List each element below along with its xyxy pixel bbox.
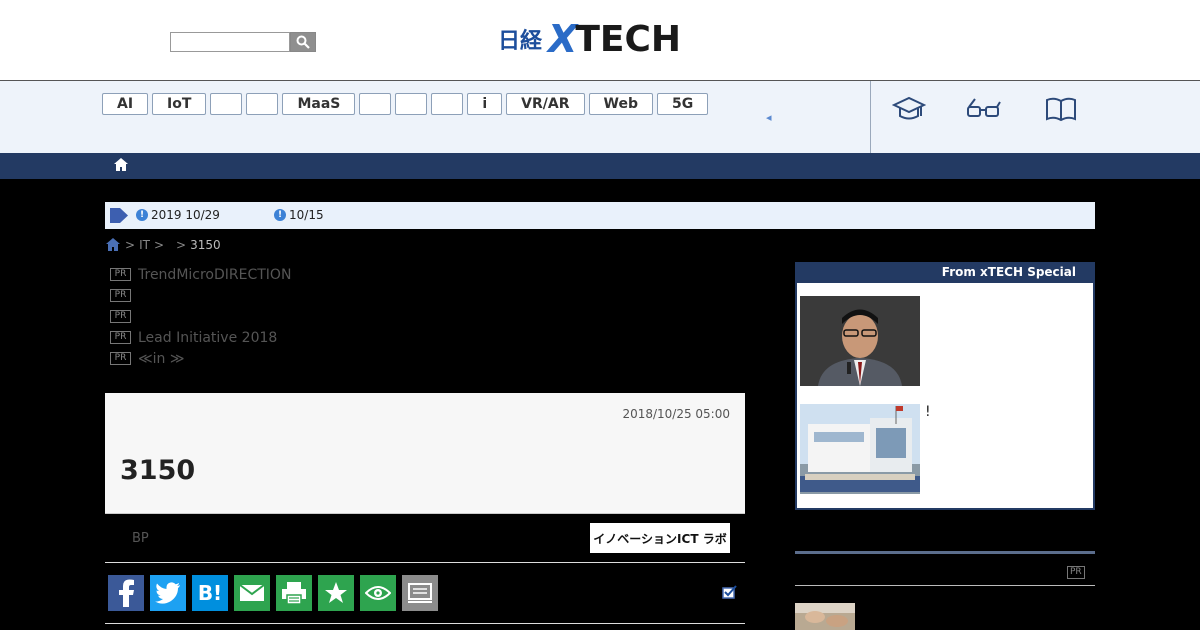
twitter-share-button[interactable] <box>150 575 186 611</box>
divider <box>105 623 745 624</box>
building-photo <box>800 404 920 494</box>
search-button[interactable] <box>290 32 316 52</box>
pr-badge: PR <box>110 268 131 281</box>
info-icon: ! <box>136 209 148 221</box>
print-icon <box>282 582 306 605</box>
article-header: 2018/10/25 05:00 3150 <box>105 393 745 514</box>
notice-text: 2019 10/29 <box>151 208 220 222</box>
tag-vr-ar[interactable]: VR/AR <box>506 93 585 115</box>
favorite-button[interactable] <box>318 575 354 611</box>
search-icon <box>296 35 310 49</box>
innovation-ict-labo-banner[interactable]: イノベーションICT ラボ <box>590 523 730 553</box>
tag-i[interactable]: i <box>467 93 503 115</box>
star-icon <box>325 582 347 603</box>
pr-badge: PR <box>110 289 131 302</box>
checklist-icon[interactable] <box>722 585 738 599</box>
logo-x: X <box>548 17 577 61</box>
article-author: BP <box>132 531 149 546</box>
hatena-bookmark-button[interactable]: B! <box>192 575 228 611</box>
pr-badge: PR <box>110 331 131 344</box>
article-date: 2018/10/25 05:00 <box>622 407 730 421</box>
breadcrumb: > IT > > 3150 <box>105 237 221 252</box>
tag-5g[interactable]: 5G <box>656 93 709 115</box>
graduation-cap-icon[interactable] <box>892 95 926 123</box>
pr-link[interactable]: PR <box>110 285 291 306</box>
tag-maas[interactable]: MaaS <box>282 93 356 115</box>
twitter-icon <box>155 582 180 604</box>
mail-icon <box>239 584 265 601</box>
site-logo[interactable]: 日経 X TECH <box>498 17 682 61</box>
tag-web[interactable]: Web <box>588 93 653 115</box>
category-tags: AI IoT MaaS i VR/AR Web 5G <box>102 93 709 115</box>
pr-links: PR TrendMicroDIRECTION PR PR PR Lead Ini… <box>110 264 291 369</box>
special-item-thumbnail[interactable] <box>800 404 920 494</box>
breadcrumb-separator: > <box>176 237 187 252</box>
mail-share-button[interactable] <box>234 575 270 611</box>
tag-iot[interactable]: IoT <box>152 93 207 115</box>
xtech-special-heading: From xTECH Special <box>795 262 1095 283</box>
facebook-icon <box>119 579 134 607</box>
pr-link[interactable]: PR Lead Initiative 2018 <box>110 327 291 348</box>
home-icon[interactable] <box>105 237 121 252</box>
print-button[interactable] <box>276 575 312 611</box>
share-buttons: B! <box>108 575 438 611</box>
tag-blank-2[interactable] <box>246 93 279 115</box>
logo-nikkei: 日経 <box>498 29 543 54</box>
breadcrumb-it[interactable]: IT <box>139 238 150 252</box>
special-item-caption[interactable]: ! <box>925 404 931 420</box>
watch-button[interactable] <box>360 575 396 611</box>
book-icon[interactable] <box>1044 95 1078 123</box>
eye-icon <box>365 586 391 600</box>
special-item-thumbnail[interactable] <box>800 296 920 386</box>
pr-link[interactable]: PR ≪in ≫ <box>110 348 291 369</box>
divider <box>105 562 745 563</box>
memo-button[interactable] <box>402 575 438 611</box>
facebook-share-button[interactable] <box>108 575 144 611</box>
tag-blank-4[interactable] <box>395 93 428 115</box>
pr-badge: PR <box>1067 566 1085 579</box>
site-header: 日経 X TECH <box>0 0 1200 81</box>
pr-link[interactable]: PR <box>110 306 291 327</box>
tag-blank-1[interactable] <box>210 93 243 115</box>
sidebar-divider <box>795 585 1095 586</box>
pr-link-text: TrendMicroDIRECTION <box>138 266 292 283</box>
notice-arrow-icon <box>110 208 128 223</box>
pr-link-text: ≪in ≫ <box>138 350 185 367</box>
scroll-left-arrow-icon[interactable]: ◂ <box>766 111 772 124</box>
info-icon: ! <box>274 209 286 221</box>
tag-blank-3[interactable] <box>359 93 392 115</box>
breadcrumb-separator: > <box>153 237 164 252</box>
breadcrumb-separator: > <box>125 237 136 252</box>
home-icon[interactable] <box>113 157 129 172</box>
pr-badge: PR <box>110 310 131 323</box>
nav-divider <box>870 81 871 153</box>
category-nav: AI IoT MaaS i VR/AR Web 5G ◂ <box>0 81 1200 153</box>
sidebar-divider <box>795 551 1095 554</box>
hands-photo <box>795 603 855 630</box>
breadcrumb-current: 3150 <box>190 237 221 252</box>
tag-ai[interactable]: AI <box>102 93 149 115</box>
search-input[interactable] <box>170 32 290 52</box>
glasses-icon[interactable] <box>967 95 1001 123</box>
notice-bar: ! 2019 10/29 ! 10/15 <box>105 202 1095 229</box>
speaker-photo <box>800 296 920 386</box>
notice-text: 10/15 <box>289 208 324 222</box>
home-bar <box>0 153 1200 179</box>
sidebar-item-thumbnail[interactable] <box>795 603 855 630</box>
pr-badge: PR <box>110 352 131 365</box>
memo-icon <box>408 583 432 603</box>
pr-link-text: Lead Initiative 2018 <box>138 329 278 346</box>
notice-item[interactable]: ! 10/15 <box>274 208 324 222</box>
notice-item[interactable]: ! 2019 10/29 <box>136 208 220 222</box>
tag-blank-5[interactable] <box>431 93 464 115</box>
logo-tech: TECH <box>575 18 682 60</box>
article-title: 3150 <box>120 455 196 486</box>
pr-link[interactable]: PR TrendMicroDIRECTION <box>110 264 291 285</box>
